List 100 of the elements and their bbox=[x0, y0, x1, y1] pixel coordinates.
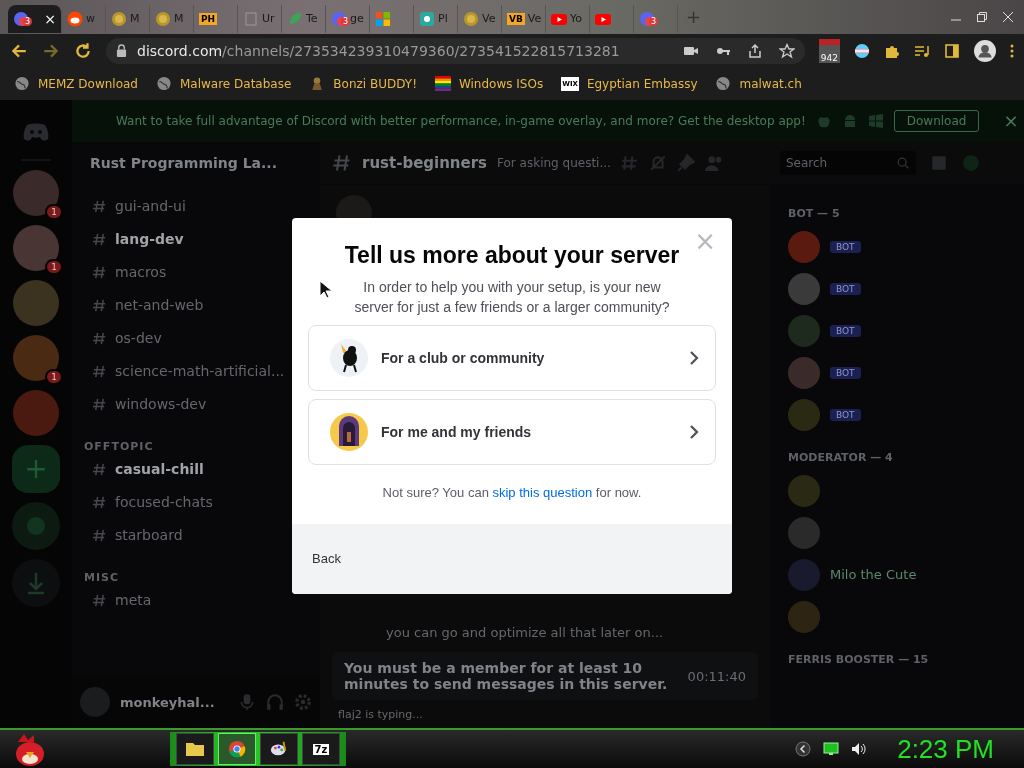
search-field[interactable]: Search bbox=[780, 150, 916, 175]
side-panel-icon[interactable] bbox=[944, 42, 960, 59]
chevron-right-icon bbox=[689, 423, 699, 440]
browser-tab[interactable]: Te bbox=[282, 4, 326, 33]
bot-tag: BOT bbox=[830, 240, 861, 253]
clock: 2:23 PM bbox=[897, 733, 994, 765]
coin-favicon-icon bbox=[111, 10, 127, 27]
channel-name: os-dev bbox=[115, 330, 162, 347]
chevron-right-icon bbox=[689, 349, 699, 366]
browser-tab[interactable]: M bbox=[106, 4, 150, 33]
channel-name: starboard bbox=[115, 527, 183, 544]
chevron-left-icon[interactable] bbox=[795, 741, 812, 758]
server-type-option[interactable]: For a club or community bbox=[308, 324, 716, 391]
browser-tab[interactable]: Pl bbox=[414, 4, 458, 33]
close-icon[interactable] bbox=[1002, 10, 1014, 23]
reload-icon[interactable] bbox=[74, 41, 92, 60]
channel-item[interactable]: lang-dev bbox=[80, 222, 312, 256]
taskbar-app-button[interactable] bbox=[176, 733, 214, 766]
star-icon[interactable] bbox=[778, 42, 795, 59]
member-group-title: FERRIS BOOSTER — 15 bbox=[787, 651, 930, 666]
close-tab-button[interactable]: × bbox=[44, 10, 56, 27]
windows-logo-icon bbox=[867, 112, 884, 129]
server-type-option[interactable]: For me and my friends bbox=[308, 398, 716, 465]
bookmark-link[interactable]: Windows ISOs bbox=[434, 76, 544, 92]
hash-icon bbox=[332, 152, 352, 173]
channel-item[interactable]: net-and-web bbox=[80, 288, 312, 322]
hash-icon bbox=[92, 527, 107, 543]
reddit-favicon-icon bbox=[67, 10, 83, 27]
taskbar-app-button[interactable] bbox=[260, 733, 298, 766]
tab-title: Ur bbox=[262, 12, 275, 26]
browser-tab[interactable]: Ve bbox=[458, 4, 502, 33]
bookmark-link[interactable]: Bonzi BUDDY! bbox=[309, 76, 417, 92]
channel-item[interactable]: starboard bbox=[80, 518, 312, 552]
circle-favicon-icon bbox=[419, 10, 435, 27]
close-banner-button[interactable]: × bbox=[1003, 110, 1019, 132]
browser-tab[interactable]: VB Ve bbox=[502, 4, 546, 33]
member-item[interactable]: BOT bbox=[780, 309, 1021, 352]
back-button[interactable]: Back bbox=[312, 551, 341, 567]
member-item[interactable]: BOT bbox=[780, 225, 1021, 268]
address-bar[interactable]: discord.com/channels/273534239310479360/273541522815713281 bbox=[106, 37, 805, 64]
browser-tab[interactable]: w bbox=[62, 4, 106, 33]
browser-tab[interactable]: 3 bbox=[634, 4, 678, 33]
download-button[interactable]: Download bbox=[893, 109, 980, 132]
club-illustration-icon bbox=[329, 337, 369, 378]
channel-item[interactable]: meta bbox=[80, 583, 312, 617]
globe-icon bbox=[715, 76, 732, 92]
member-item[interactable]: BOT bbox=[780, 351, 1021, 394]
taskbar-app-button[interactable]: 7z bbox=[302, 733, 340, 766]
extension-badge[interactable]: 942 bbox=[818, 38, 840, 63]
app-icon-label: 7z bbox=[312, 743, 330, 755]
hash-icon bbox=[92, 461, 107, 477]
bookmark-label: Windows ISOs bbox=[458, 76, 544, 91]
tab-title: Ve bbox=[482, 12, 496, 26]
windows-logo-icon bbox=[375, 10, 391, 27]
browser-tab[interactable]: PH bbox=[194, 4, 238, 33]
channel-name: windows-dev bbox=[115, 396, 207, 413]
member-name: Milo the Cute bbox=[830, 567, 917, 583]
tab-title: M bbox=[174, 12, 184, 26]
bookmark-label: Malware Database bbox=[180, 76, 292, 91]
channel-item[interactable]: gui-and-ui bbox=[80, 189, 312, 223]
banner-text: Want to take full advantage of Discord with better performance, in-game overlay, and more? Get the desktop app! bbox=[116, 113, 806, 128]
bookmark-link[interactable]: MEMZ Download bbox=[14, 76, 138, 92]
option-label: For a club or community bbox=[381, 349, 546, 366]
server-name[interactable]: Rust Programming La... bbox=[72, 141, 320, 184]
favicon-label: VB bbox=[507, 12, 525, 25]
url-text: discord.com/channels/273534239310479360/273541522815713281 bbox=[137, 42, 620, 59]
channel-item[interactable]: macros bbox=[80, 255, 312, 289]
member-item[interactable]: Milo the Cute bbox=[780, 553, 1021, 596]
monitor-icon[interactable] bbox=[823, 741, 840, 758]
member-group-title: BOT — 5 bbox=[787, 205, 841, 220]
bookmark-label: MEMZ Download bbox=[38, 76, 138, 91]
member-item[interactable]: BOT bbox=[780, 393, 1021, 436]
restore-icon[interactable] bbox=[976, 10, 988, 23]
channel-item[interactable]: focused-chats bbox=[80, 485, 312, 519]
flag-icon[interactable] bbox=[854, 42, 870, 59]
browser-tab[interactable]: Yo bbox=[546, 4, 590, 33]
channel-name: gui-and-ui bbox=[115, 198, 186, 215]
skip-question-link[interactable]: skip this question bbox=[492, 484, 593, 500]
unread-count: 3 bbox=[341, 16, 351, 26]
browser-tab[interactable]: 3 × bbox=[8, 4, 62, 33]
menu-icon[interactable] bbox=[1010, 42, 1014, 59]
search-icon bbox=[896, 155, 910, 170]
modal-description: In order to help you with your setup, is your new server for just a few friends or a larger community? bbox=[353, 277, 671, 317]
bookmark-label: Egyptian Embassy bbox=[586, 76, 698, 91]
bookmark-link[interactable]: Malware Database bbox=[156, 76, 292, 92]
favicon-label: PH bbox=[199, 12, 218, 25]
bookmark-link[interactable]: malwat.ch bbox=[715, 76, 802, 92]
browser-tab[interactable]: M bbox=[150, 4, 194, 33]
member-item[interactable]: BOT bbox=[780, 267, 1021, 310]
channel-name: lang-dev bbox=[115, 231, 184, 248]
friends-illustration-icon bbox=[329, 411, 369, 452]
bookmark-label: malwat.ch bbox=[739, 76, 802, 91]
bot-tag: BOT bbox=[830, 366, 861, 379]
profile-avatar-icon[interactable] bbox=[974, 39, 996, 62]
option-label: For me and my friends bbox=[381, 423, 533, 440]
hash-icon bbox=[92, 198, 107, 214]
browser-tab[interactable]: Ur bbox=[238, 4, 282, 33]
channel-name: science-math-artificial... bbox=[115, 363, 285, 380]
share-icon[interactable] bbox=[746, 42, 763, 59]
channel-name: focused-chats bbox=[115, 494, 213, 511]
